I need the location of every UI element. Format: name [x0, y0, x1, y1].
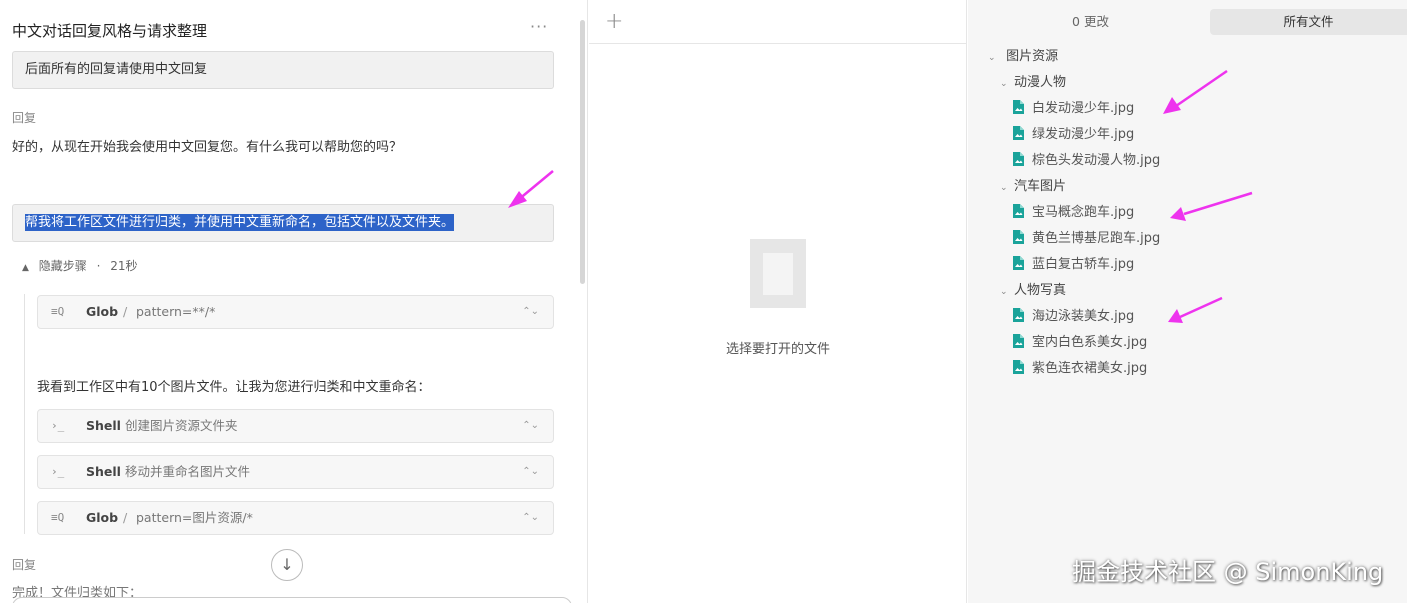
tool-argument: 移动并重命名图片文件: [125, 464, 251, 479]
selected-text: 帮我将工作区文件进行归类，并使用中文重新命名，包括文件以及文件夹。: [25, 214, 455, 231]
file-name: 紫色连衣裙美女.jpg: [1032, 361, 1148, 376]
file-item[interactable]: 室内白色系美女.jpg: [1012, 333, 1147, 353]
file-name: 黄色兰博基尼跑车.jpg: [1032, 231, 1161, 246]
steps-label: 隐藏步骤: [38, 259, 87, 273]
file-name: 宝马概念跑车.jpg: [1032, 205, 1135, 220]
file-item[interactable]: 白发动漫少年.jpg: [1012, 99, 1134, 119]
reply-label: 回复: [12, 558, 37, 572]
file-name: 白发动漫少年.jpg: [1032, 101, 1135, 116]
reply-text: 好的，从现在开始我会使用中文回复您。有什么我可以帮助您的吗？: [12, 140, 403, 155]
tool-name: Glob: [86, 304, 119, 319]
expand-chevron-icon: ⌃⌄: [522, 420, 539, 431]
tool-name: Shell: [86, 418, 121, 433]
reply-label: 回复: [12, 111, 37, 125]
editor-panel: + 选择要打开的文件: [589, 0, 967, 603]
image-file-icon: [1012, 152, 1024, 166]
terminal-icon: ›_: [51, 465, 65, 478]
file-name: 蓝白复古轿车.jpg: [1032, 257, 1135, 272]
chat-title: 中文对话回复风格与请求整理: [12, 22, 208, 40]
file-item[interactable]: 绿发动漫少年.jpg: [1012, 125, 1134, 145]
empty-file-icon: [750, 239, 806, 308]
image-file-icon: [1012, 256, 1024, 270]
folder-item[interactable]: ⌄ 动漫人物: [1000, 73, 1066, 93]
assistant-text: 我看到工作区中有10个图片文件。让我为您进行归类和中文重命名：: [37, 380, 431, 395]
tool-call-shell[interactable]: ›_ Shell 移动并重命名图片文件 ⌃⌄: [37, 455, 554, 489]
folder-name: 汽车图片: [1014, 179, 1067, 194]
tab-all-files[interactable]: 所有文件: [1210, 9, 1407, 35]
file-item[interactable]: 宝马概念跑车.jpg: [1012, 203, 1134, 223]
folder-item[interactable]: ⌄ 汽车图片: [1000, 177, 1066, 197]
files-panel: 0 更改 所有文件 ⌄ 图片资源 ⌄ 动漫人物白发动漫少年.jpg 绿发动漫少年.j…: [968, 0, 1407, 603]
steps-dot: ·: [96, 259, 101, 273]
tool-name: Shell: [86, 464, 121, 479]
tool-argument: 创建图片资源文件夹: [125, 418, 238, 433]
image-file-icon: [1012, 230, 1024, 244]
user-message: 后面所有的回复请使用中文回复: [12, 51, 554, 89]
tab-changes[interactable]: 0 更改: [1008, 9, 1173, 35]
file-name: 海边泳装美女.jpg: [1032, 309, 1135, 324]
file-name: 棕色头发动漫人物.jpg: [1032, 153, 1161, 168]
expand-chevron-icon: ⌃⌄: [522, 512, 539, 523]
folder-name: 动漫人物: [1014, 75, 1067, 90]
expand-chevron-icon: ⌃⌄: [522, 306, 539, 317]
file-name: 绿发动漫少年.jpg: [1032, 127, 1135, 142]
tool-argument: pattern=**/*: [136, 304, 216, 319]
expand-chevron-icon: ⌃⌄: [522, 466, 539, 477]
tool-call-shell[interactable]: ›_ Shell 创建图片资源文件夹 ⌃⌄: [37, 409, 554, 443]
image-file-icon: [1012, 360, 1024, 374]
folder-name: 图片资源: [1006, 49, 1059, 64]
tool-separator: /: [123, 510, 128, 525]
folder-name: 人物写真: [1014, 283, 1067, 298]
image-file-icon: [1012, 308, 1024, 322]
user-message-selected: 帮我将工作区文件进行归类，并使用中文重新命名，包括文件以及文件夹。: [12, 204, 554, 242]
watermark: 掘金技术社区 @ SimonKing: [1072, 558, 1384, 586]
file-item[interactable]: 黄色兰博基尼跑车.jpg: [1012, 229, 1160, 249]
file-item[interactable]: 紫色连衣裙美女.jpg: [1012, 359, 1147, 379]
chat-panel: 中文对话回复风格与请求整理 ··· 后面所有的回复请使用中文回复 回复 好的，从…: [0, 0, 588, 603]
image-file-icon: [1012, 100, 1024, 114]
chevron-down-icon: ⌄: [1000, 287, 1008, 297]
tool-separator: /: [123, 304, 128, 319]
search-icon: ≡Q: [51, 511, 65, 524]
steps-divider: [24, 294, 25, 534]
terminal-icon: ›_: [51, 419, 65, 432]
image-file-icon: [1012, 204, 1024, 218]
editor-tabbar: +: [589, 0, 967, 44]
folder-item[interactable]: ⌄ 人物写真: [1000, 281, 1066, 301]
tool-call-glob[interactable]: ≡Q Glob / pattern=图片资源/* ⌃⌄: [37, 501, 554, 535]
add-tab-icon[interactable]: +: [605, 9, 623, 34]
tool-call-glob[interactable]: ≡Q Glob / pattern=**/* ⌃⌄: [37, 295, 554, 329]
tool-argument: pattern=图片资源/*: [136, 510, 253, 525]
file-item[interactable]: 蓝白复古轿车.jpg: [1012, 255, 1134, 275]
caret-up-icon: ▲: [22, 263, 29, 273]
chevron-down-icon: ⌄: [1000, 183, 1008, 193]
scroll-down-button[interactable]: ↓: [271, 549, 303, 581]
search-icon: ≡Q: [51, 305, 65, 318]
file-name: 室内白色系美女.jpg: [1032, 335, 1148, 350]
more-icon[interactable]: ···: [530, 19, 552, 36]
chevron-down-icon: ⌄: [988, 53, 996, 63]
file-item[interactable]: 棕色头发动漫人物.jpg: [1012, 151, 1160, 171]
chevron-down-icon: ⌄: [1000, 79, 1008, 89]
chat-scrollbar[interactable]: [580, 20, 585, 284]
chat-input[interactable]: [12, 597, 572, 603]
image-file-icon: [1012, 334, 1024, 348]
empty-editor-text: 选择要打开的文件: [725, 342, 830, 357]
tool-name: Glob: [86, 510, 119, 525]
steps-duration: 21秒: [110, 259, 138, 273]
file-item[interactable]: 海边泳装美女.jpg: [1012, 307, 1134, 327]
folder-root[interactable]: ⌄ 图片资源: [988, 47, 1058, 67]
image-file-icon: [1012, 126, 1024, 140]
hide-steps-toggle[interactable]: ▲ 隐藏步骤 · 21秒: [22, 257, 138, 274]
